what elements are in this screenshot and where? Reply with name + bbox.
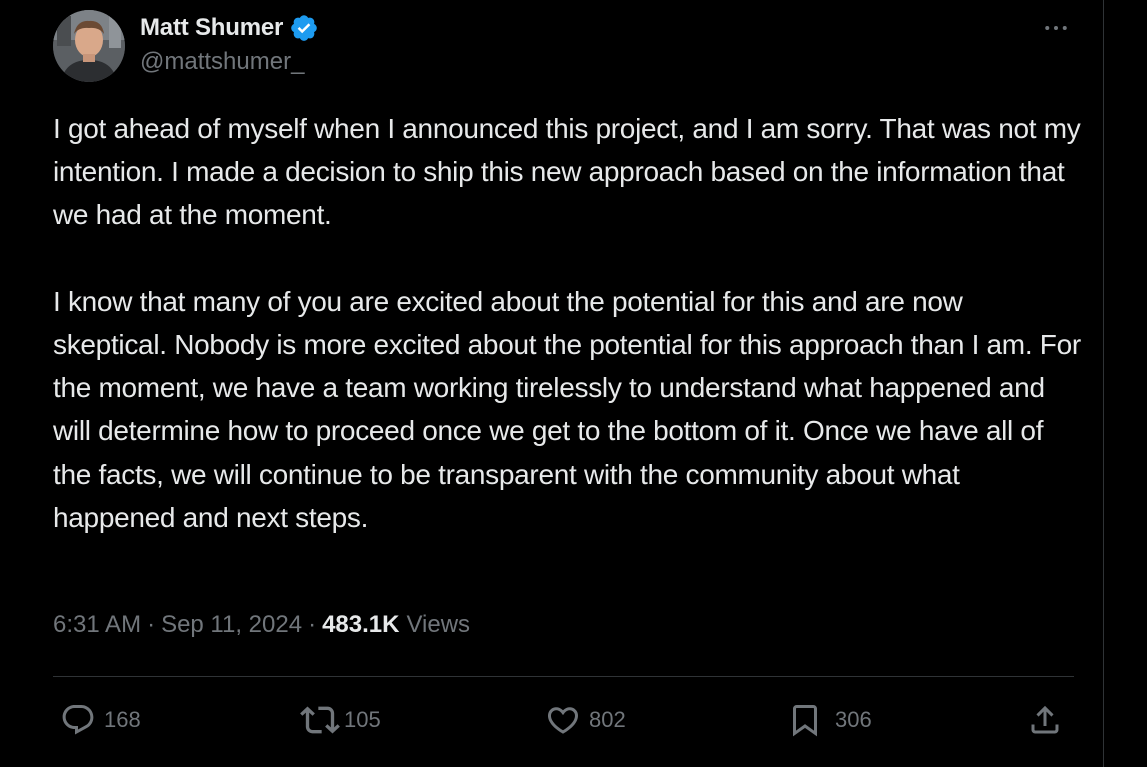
reply-icon [62,705,94,735]
reply-button[interactable]: 168 [60,698,141,742]
like-button[interactable]: 802 [545,698,626,742]
avatar[interactable] [53,10,125,82]
repost-count: 105 [344,707,381,732]
column-border [1103,0,1104,767]
tweet-date[interactable]: Sep 11, 2024 [161,611,302,639]
more-horizontal-icon [1045,26,1067,30]
tweet-text: I got ahead of myself when I announced t… [53,107,1083,539]
repost-icon [300,706,340,734]
author-name-row: Matt Shumer [140,12,319,44]
tweet-time[interactable]: 6:31 AM [53,611,141,639]
tweet-paragraph-1: I got ahead of myself when I announced t… [53,113,1081,231]
share-button[interactable] [1027,698,1063,742]
share-icon [1031,705,1059,734]
tweet: Matt Shumer @mattshumer_ I got ahead of … [0,0,1103,767]
author-name[interactable]: Matt Shumer [140,14,283,42]
more-button[interactable] [1036,12,1076,44]
bookmark-button[interactable]: 306 [787,698,872,742]
meta-separator: · [308,611,317,638]
like-count: 802 [589,707,626,732]
verified-badge-icon[interactable] [289,13,319,43]
divider [53,676,1074,677]
bookmark-count: 306 [835,707,872,732]
reply-count: 168 [104,707,141,732]
meta-separator: · [147,611,156,638]
tweet-paragraph-2: I know that many of you are excited abou… [53,285,1081,533]
bookmark-icon [793,705,817,737]
tweet-meta: 6:31 AM · Sep 11, 2024 · 483.1K Views [53,611,470,639]
views-count[interactable]: 483.1K [322,611,399,639]
avatar-photo [53,10,125,82]
repost-button[interactable]: 105 [300,698,381,742]
views-label: Views [406,611,471,638]
heart-icon [547,707,579,734]
author-handle[interactable]: @mattshumer_ [140,48,304,76]
